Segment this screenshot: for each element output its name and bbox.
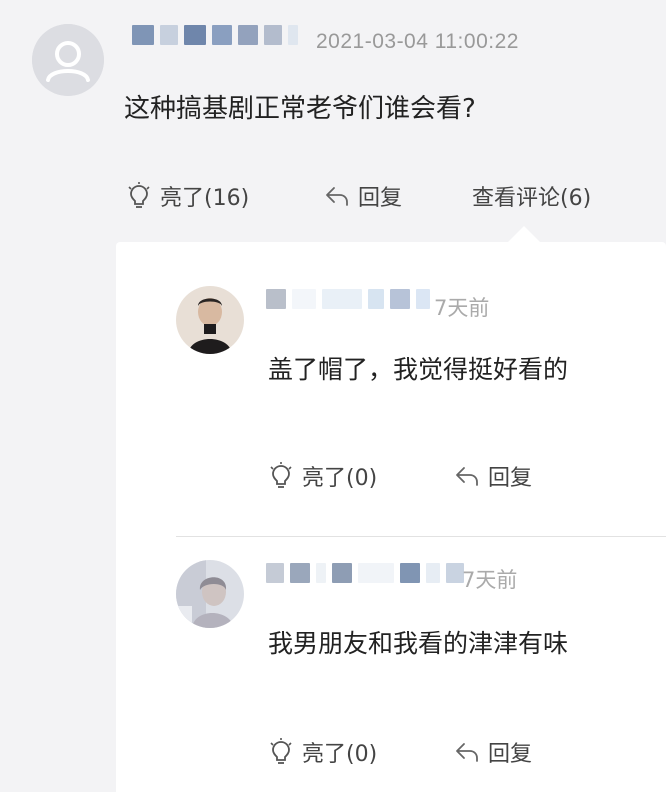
reply-time: 7天前: [462, 568, 518, 592]
reply-label: 回复: [488, 742, 533, 767]
like-button[interactable]: 亮了(16): [126, 180, 249, 212]
like-label: 亮了(0): [302, 466, 378, 491]
user-photo-icon: [176, 286, 244, 354]
like-button[interactable]: 亮了(0): [268, 460, 377, 492]
like-label: 亮了(0): [302, 742, 378, 767]
reply-label: 回复: [488, 466, 533, 491]
reply-arrow-icon: [326, 187, 348, 206]
like-label: 亮了(16): [160, 186, 250, 211]
reply-label: 回复: [358, 186, 403, 211]
main-comment: 2021-03-04 11:00:22 这种搞基剧正常老爷们谁会看? 亮了(16…: [0, 0, 666, 240]
comment-text: 这种搞基剧正常老爷们谁会看?: [124, 94, 476, 124]
reply-button[interactable]: 回复: [454, 736, 532, 768]
reply-divider: [176, 536, 666, 537]
avatar[interactable]: [176, 560, 244, 628]
reply-arrow-icon: [456, 743, 478, 762]
reply-button[interactable]: 回复: [324, 180, 402, 212]
username-obscured[interactable]: [266, 562, 470, 584]
reply-arrow-icon: [456, 467, 478, 486]
user-silhouette-icon: [32, 24, 104, 96]
lightbulb-icon: [270, 738, 292, 764]
reply-text: 我男朋友和我看的津津有味: [268, 629, 569, 658]
reply-button[interactable]: 回复: [454, 460, 532, 492]
user-photo-icon: [176, 560, 244, 628]
reply-text: 盖了帽了，我觉得挺好看的: [268, 355, 569, 384]
lightbulb-icon: [128, 182, 150, 208]
panel-caret: [508, 226, 540, 242]
avatar[interactable]: [32, 24, 104, 96]
avatar[interactable]: [176, 286, 244, 354]
comment-timestamp: 2021-03-04 11:00:22: [316, 30, 519, 53]
lightbulb-icon: [270, 462, 292, 488]
replies-panel: 7天前 盖了帽了，我觉得挺好看的 亮了(0) 回复 7天前 我男朋友和我看的津津…: [116, 242, 666, 792]
view-replies-label: 查看评论(6): [472, 186, 592, 211]
reply-time: 7天前: [434, 296, 490, 320]
username-obscured[interactable]: [132, 24, 304, 46]
username-obscured[interactable]: [266, 288, 436, 310]
view-replies-button[interactable]: 查看评论(6): [472, 180, 591, 212]
like-button[interactable]: 亮了(0): [268, 736, 377, 768]
